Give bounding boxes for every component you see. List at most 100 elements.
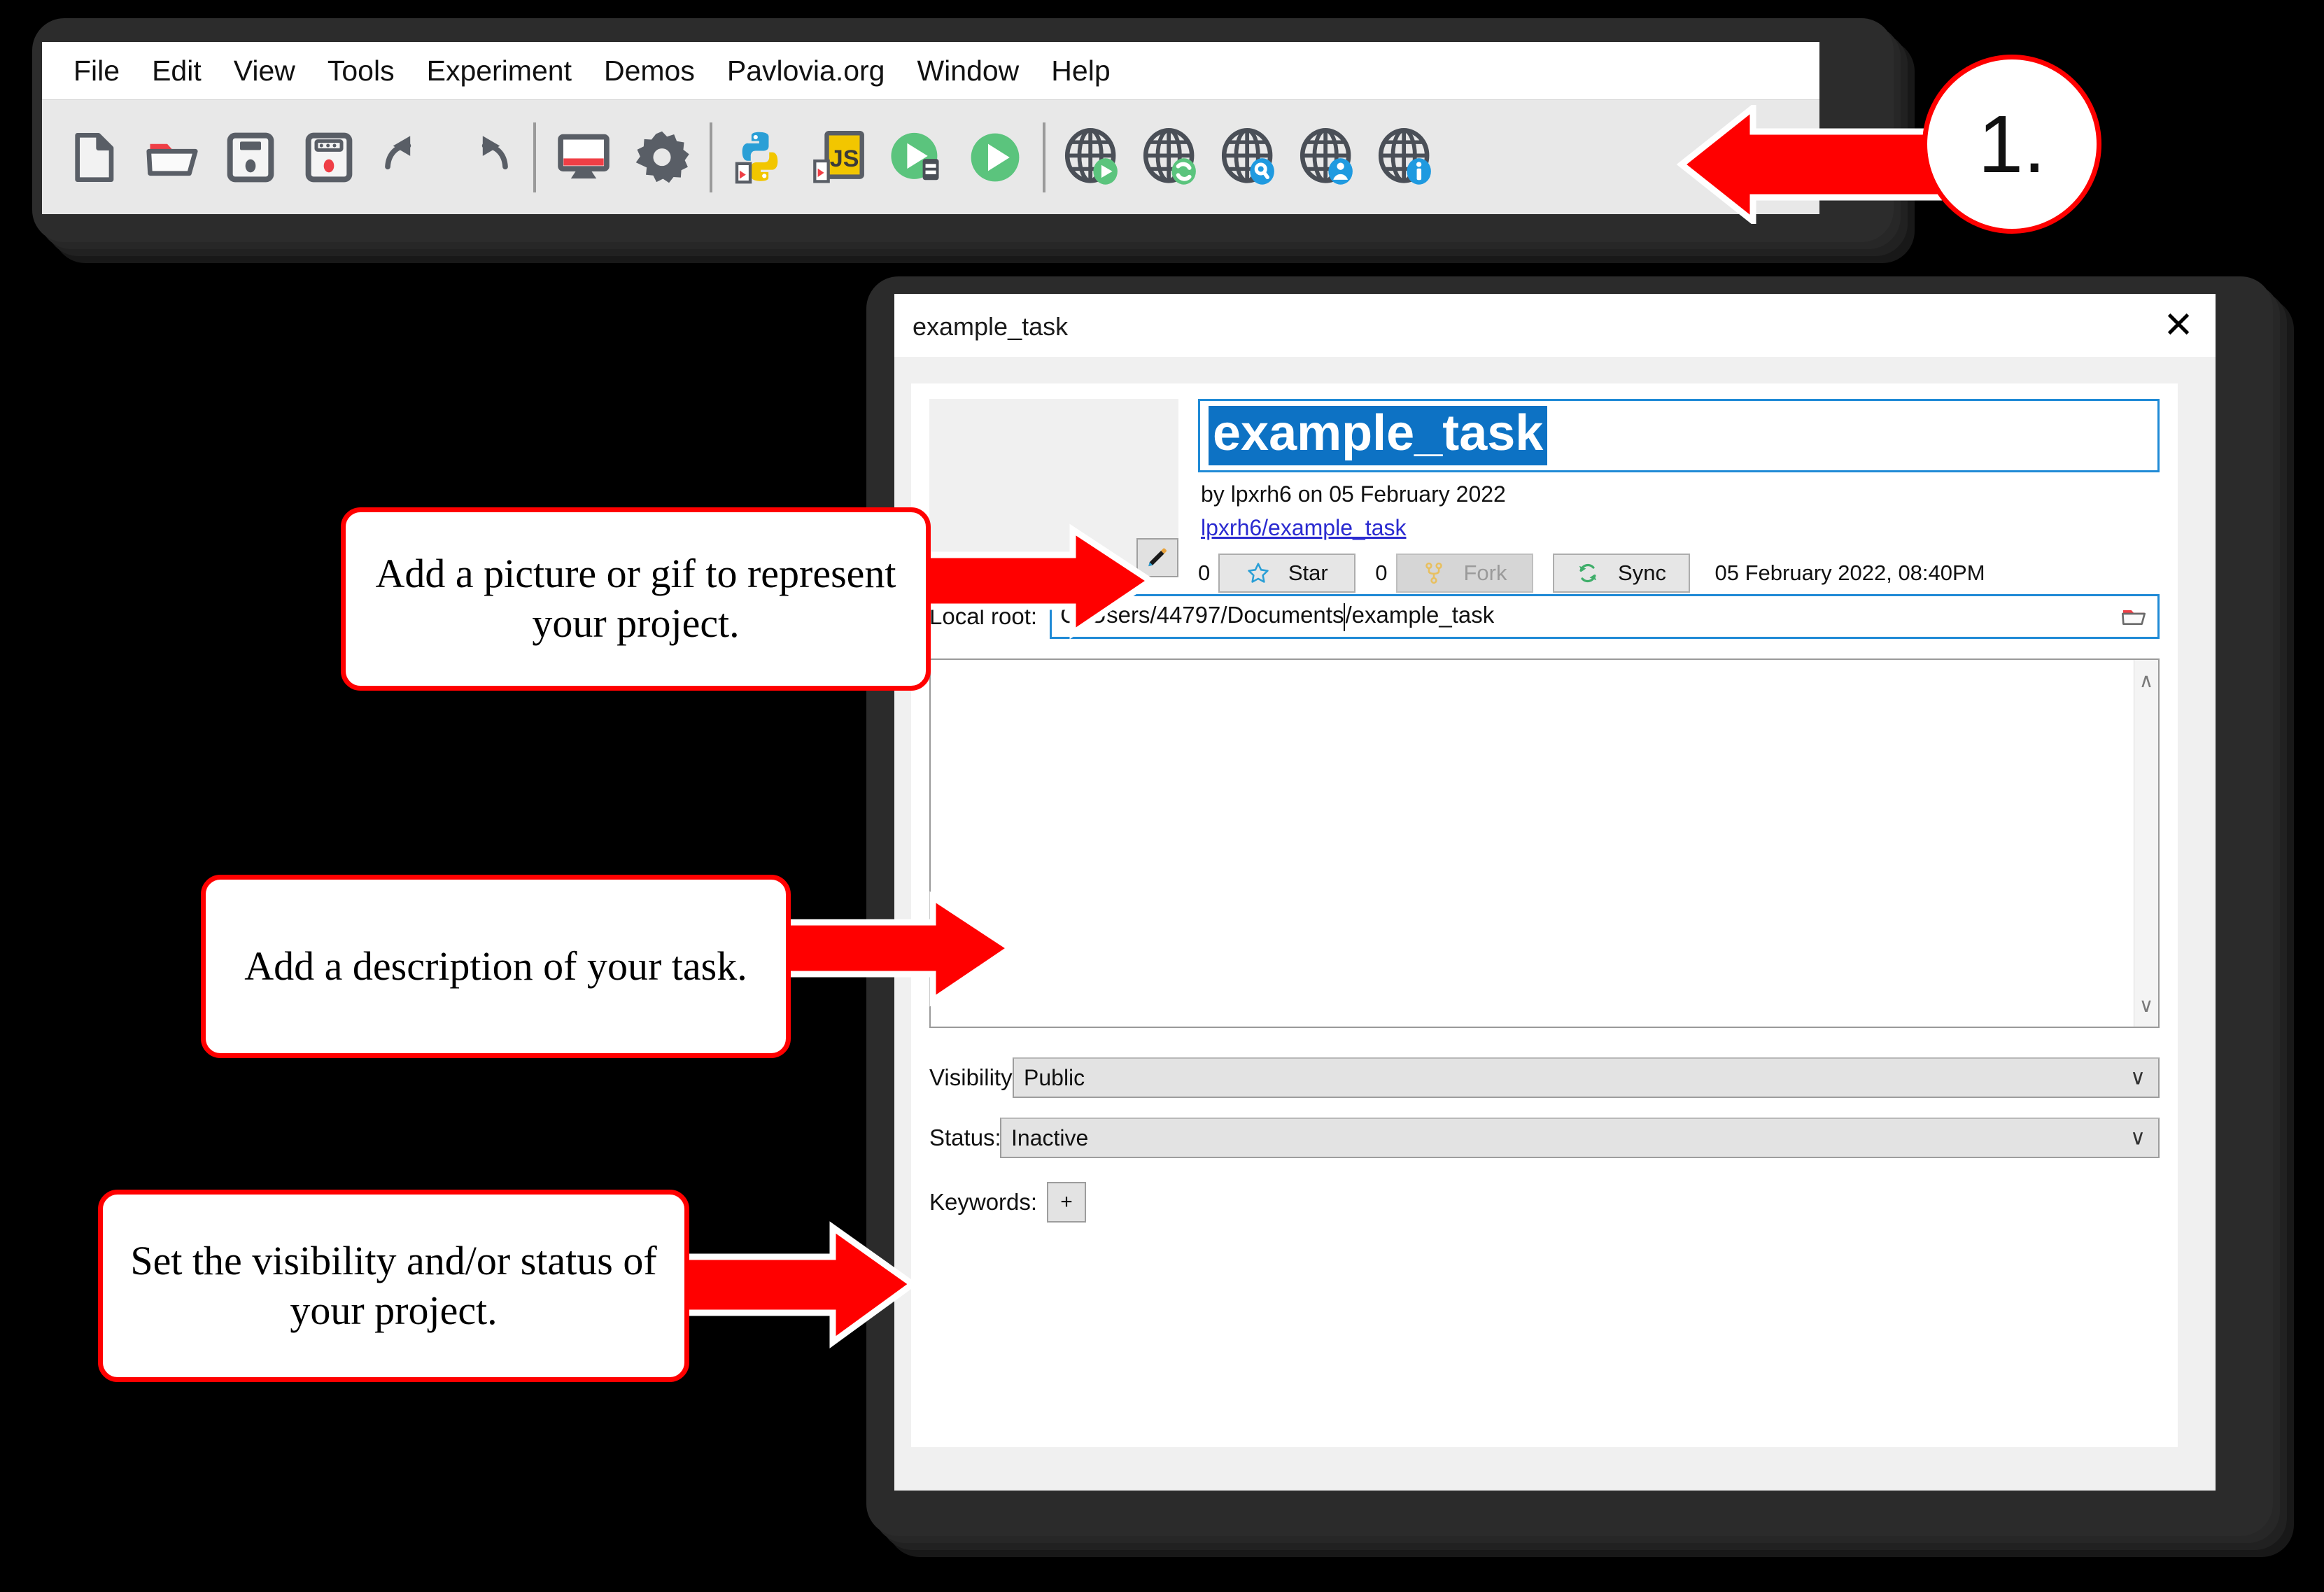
pavlovia-user-button[interactable] bbox=[1289, 112, 1367, 203]
settings-button[interactable] bbox=[623, 112, 701, 203]
menu-item-help[interactable]: Help bbox=[1035, 55, 1126, 87]
arrow-to-toolbar bbox=[1676, 105, 1942, 224]
menu-item-experiment[interactable]: Experiment bbox=[411, 55, 588, 87]
open-file-button[interactable] bbox=[133, 112, 211, 203]
scroll-down-icon[interactable]: ∨ bbox=[2139, 985, 2154, 1027]
fork-icon bbox=[1425, 562, 1442, 584]
callout-set-visibility: Set the visibility and/or status of your… bbox=[98, 1190, 689, 1382]
visibility-select[interactable]: Public ∨ bbox=[1013, 1057, 2160, 1098]
redo-icon bbox=[481, 135, 508, 169]
description-scrollbar[interactable]: ∧ ∨ bbox=[2134, 660, 2158, 1027]
save-icon bbox=[227, 132, 274, 182]
save-as-icon bbox=[305, 132, 353, 182]
run-local-button[interactable] bbox=[878, 112, 956, 203]
callout-add-picture: Add a picture or gif to represent your p… bbox=[341, 507, 931, 691]
status-value: Inactive bbox=[1011, 1125, 1089, 1150]
menu-item-window[interactable]: Window bbox=[901, 55, 1035, 87]
folder-icon bbox=[2122, 610, 2146, 625]
visibility-value: Public bbox=[1024, 1064, 1085, 1090]
monitor-center-icon bbox=[558, 134, 610, 178]
fork-button[interactable]: Fork bbox=[1395, 554, 1533, 593]
last-sync-date: 05 February 2022, 08:40PM bbox=[1714, 561, 1985, 585]
menu-item-demos[interactable]: Demos bbox=[588, 55, 711, 87]
fork-count: 0 bbox=[1375, 561, 1388, 585]
save-as-button[interactable] bbox=[290, 112, 368, 203]
project-repo-link[interactable]: lpxrh6/example_task bbox=[1201, 515, 1406, 541]
compile-js-button[interactable]: JS bbox=[799, 112, 878, 203]
sync-label: Sync bbox=[1618, 561, 1666, 585]
toolbar-separator-3 bbox=[1043, 122, 1045, 192]
menu-item-file[interactable]: File bbox=[57, 55, 136, 87]
menu-bar: File Edit View Tools Experiment Demos Pa… bbox=[42, 42, 1819, 99]
status-label: Status: bbox=[929, 1125, 1001, 1150]
local-root-value-post: /example_task bbox=[1345, 602, 1495, 628]
pavlovia-info-button[interactable] bbox=[1367, 112, 1446, 203]
browse-folder-button[interactable] bbox=[2117, 601, 2150, 632]
save-button[interactable] bbox=[211, 112, 290, 203]
project-properties-dialog: example_task ✕ example_task by lpxrh6 on… bbox=[894, 294, 2216, 1491]
menu-item-edit[interactable]: Edit bbox=[136, 55, 218, 87]
toolbar-separator-2 bbox=[710, 122, 712, 192]
undo-icon bbox=[385, 135, 411, 169]
compile-python-icon bbox=[735, 132, 778, 183]
project-name-input[interactable]: example_task bbox=[1198, 399, 2160, 472]
visibility-row: Visibility: Public ∨ bbox=[929, 1057, 2160, 1099]
pavlovia-search-button[interactable] bbox=[1211, 112, 1289, 203]
keywords-row: Keywords: + bbox=[929, 1181, 2160, 1223]
pavlovia-search-icon bbox=[1221, 127, 1274, 185]
run-button[interactable] bbox=[956, 112, 1034, 203]
project-name-value: example_task bbox=[1209, 406, 1548, 465]
step-number-badge: 1. bbox=[1922, 55, 2101, 234]
monitor-center-button[interactable] bbox=[544, 112, 623, 203]
add-keyword-button[interactable]: + bbox=[1047, 1182, 1087, 1223]
star-label: Star bbox=[1288, 561, 1328, 585]
keywords-label: Keywords: bbox=[929, 1189, 1038, 1215]
sync-icon bbox=[1579, 563, 1597, 583]
arrow-to-visibility bbox=[679, 1221, 917, 1348]
new-file-button[interactable] bbox=[55, 112, 133, 203]
undo-button[interactable] bbox=[368, 112, 446, 203]
menu-item-tools[interactable]: Tools bbox=[311, 55, 411, 87]
menu-item-pavlovia-org[interactable]: Pavlovia.org bbox=[711, 55, 901, 87]
pavlovia-info-icon bbox=[1378, 127, 1431, 185]
status-select[interactable]: Inactive ∨ bbox=[1000, 1118, 2160, 1158]
pavlovia-sync-icon bbox=[1143, 127, 1196, 185]
star-count: 0 bbox=[1198, 561, 1211, 585]
dialog-title-text: example_task bbox=[913, 312, 1069, 341]
project-byline: by lpxrh6 on 05 February 2022 bbox=[1201, 481, 1506, 507]
visibility-label: Visibility: bbox=[929, 1064, 1019, 1090]
new-file-icon bbox=[75, 132, 114, 182]
callout-add-description: Add a description of your task. bbox=[201, 875, 791, 1058]
compile-python-button[interactable] bbox=[721, 112, 799, 203]
close-icon[interactable]: ✕ bbox=[2157, 304, 2200, 347]
fork-label: Fork bbox=[1463, 561, 1507, 585]
pavlovia-run-button[interactable] bbox=[1054, 112, 1132, 203]
scroll-up-icon[interactable]: ∧ bbox=[2139, 660, 2154, 702]
tool-strip: JS bbox=[42, 99, 1819, 214]
project-description-textarea[interactable]: ∧ ∨ bbox=[929, 658, 2160, 1028]
menu-item-view[interactable]: View bbox=[218, 55, 311, 87]
star-icon bbox=[1248, 563, 1269, 583]
pavlovia-sync-button[interactable] bbox=[1132, 112, 1211, 203]
sync-button[interactable]: Sync bbox=[1552, 554, 1690, 593]
toolbar-separator-1 bbox=[533, 122, 536, 192]
chevron-down-icon: ∨ bbox=[2130, 1125, 2146, 1150]
svg-text:JS: JS bbox=[830, 145, 859, 171]
redo-button[interactable] bbox=[446, 112, 525, 203]
star-button[interactable]: Star bbox=[1218, 554, 1356, 593]
status-row: Status: Inactive ∨ bbox=[929, 1117, 2160, 1159]
settings-gear-icon bbox=[635, 131, 689, 183]
project-action-row: 0 Star 0 Fork Sync 05 February 2022, 08:… bbox=[1198, 551, 2160, 595]
pavlovia-user-icon bbox=[1300, 127, 1353, 185]
pavlovia-run-icon bbox=[1064, 127, 1118, 185]
run-local-icon bbox=[891, 132, 939, 180]
arrow-to-description bbox=[782, 891, 1013, 1007]
psychopy-builder-window: File Edit View Tools Experiment Demos Pa… bbox=[42, 42, 1819, 214]
dialog-title-bar: example_task ✕ bbox=[894, 294, 2216, 357]
local-root-input[interactable]: C:/Users/44797/Documents/example_task bbox=[1050, 594, 2160, 639]
open-folder-icon bbox=[146, 143, 198, 176]
run-icon bbox=[971, 133, 1020, 181]
compile-js-icon: JS bbox=[813, 130, 864, 183]
arrow-to-thumbnail-edit bbox=[922, 523, 1153, 640]
chevron-down-icon: ∨ bbox=[2130, 1065, 2146, 1090]
